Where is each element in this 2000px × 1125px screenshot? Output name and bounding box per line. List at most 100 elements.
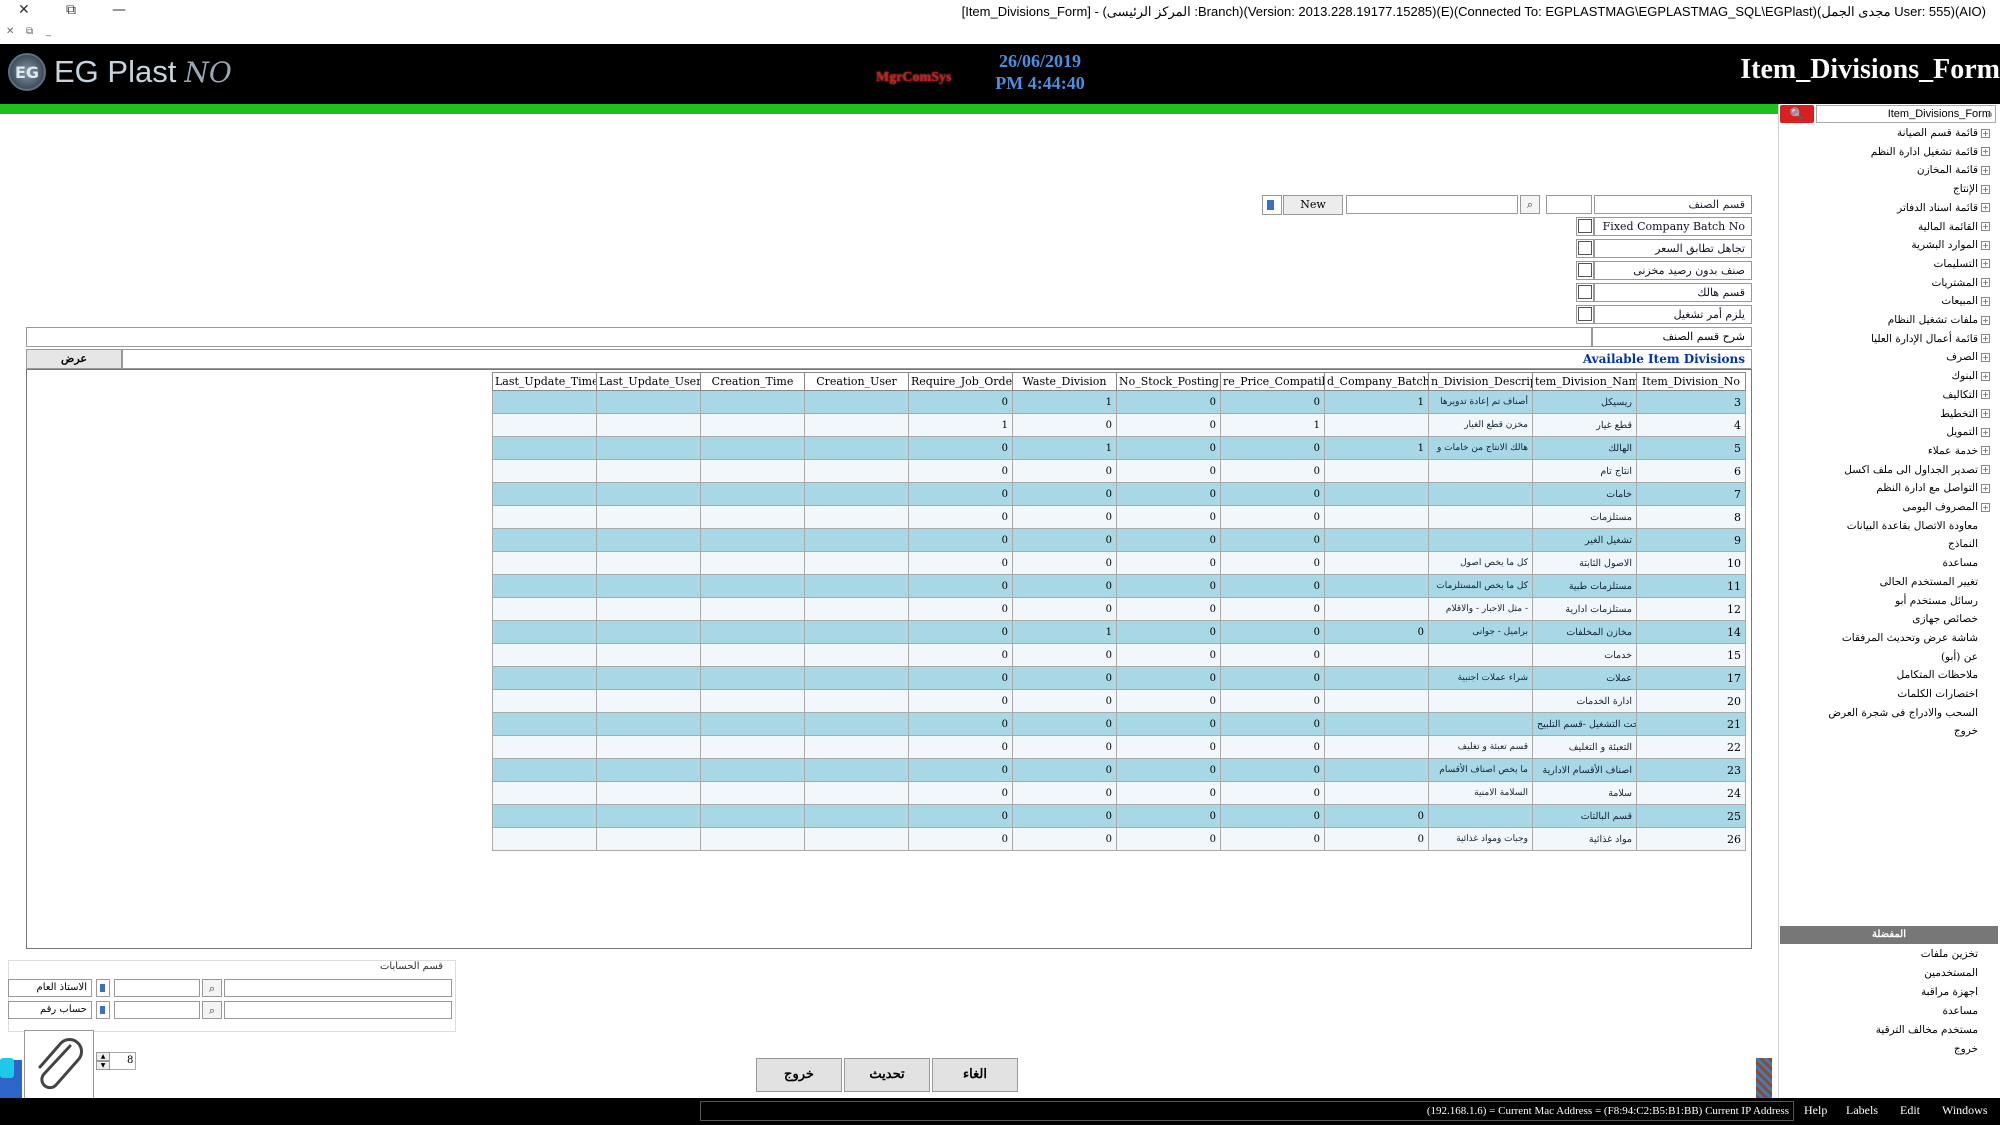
table-cell[interactable]: 26: [1636, 827, 1746, 851]
table-cell[interactable]: 0: [1220, 712, 1325, 736]
table-cell[interactable]: [492, 482, 597, 506]
table-cell[interactable]: 12: [1636, 597, 1746, 621]
table-cell[interactable]: 0: [1324, 827, 1429, 851]
table-cell[interactable]: [804, 620, 909, 644]
table-cell[interactable]: [1324, 643, 1429, 667]
table-cell[interactable]: 0: [908, 781, 1013, 805]
column-header[interactable]: Waste_Division: [1012, 372, 1117, 391]
expand-plus-icon[interactable]: +: [1981, 128, 1990, 138]
tree-item[interactable]: التمويل +: [1780, 423, 1990, 442]
table-cell[interactable]: الهالك: [1532, 436, 1637, 460]
resize-grip[interactable]: [1756, 1058, 1772, 1098]
table-cell[interactable]: 0: [908, 689, 1013, 713]
expand-plus-icon[interactable]: +: [1981, 259, 1990, 269]
table-cell[interactable]: 0: [1012, 666, 1117, 690]
favorite-item[interactable]: اجهزة مراقبة: [1921, 983, 1978, 1002]
table-cell[interactable]: 6: [1636, 459, 1746, 483]
tree-item[interactable]: قائمة اسناد الدفاتر +: [1780, 199, 1990, 218]
tree-item[interactable]: المبيعات +: [1780, 292, 1990, 311]
table-cell[interactable]: [492, 827, 597, 851]
table-cell[interactable]: 0: [1012, 528, 1117, 552]
table-cell[interactable]: [700, 643, 805, 667]
table-cell[interactable]: [804, 505, 909, 529]
table-cell[interactable]: قسم البالتات: [1532, 804, 1637, 828]
table-cell[interactable]: 0: [908, 482, 1013, 506]
table-cell[interactable]: 3: [1636, 390, 1746, 414]
tree-leaf-item[interactable]: اختصارات الكلمات: [1768, 685, 1978, 704]
tree-item[interactable]: المصروف اليومى +: [1780, 498, 1990, 517]
table-cell[interactable]: 8: [1636, 505, 1746, 529]
table-cell[interactable]: [596, 505, 701, 529]
table-row[interactable]: 0 0 0 0 كل ما يخص المستلزمات مستلزمات طبية 11: [492, 574, 1746, 598]
table-cell[interactable]: 0: [908, 459, 1013, 483]
exit-button[interactable]: خروج: [756, 1058, 842, 1092]
option-checkbox[interactable]: [1578, 285, 1592, 299]
menu-help[interactable]: Help: [1804, 1103, 1827, 1118]
table-cell[interactable]: [700, 735, 805, 759]
table-cell[interactable]: [596, 804, 701, 828]
table-cell[interactable]: التعبئة و التغليف: [1532, 735, 1637, 759]
column-header[interactable]: d_Company_Batch_: [1324, 372, 1429, 391]
table-cell[interactable]: [1324, 781, 1429, 805]
column-header[interactable]: Creation_Time: [700, 372, 805, 391]
table-cell[interactable]: 0: [1220, 597, 1325, 621]
record-indicator-icon[interactable]: [1262, 195, 1282, 215]
table-cell[interactable]: [700, 827, 805, 851]
table-cell[interactable]: 0: [1012, 643, 1117, 667]
account-no-input[interactable]: [114, 1001, 200, 1019]
table-cell[interactable]: 0: [1116, 551, 1221, 575]
table-cell[interactable]: [492, 390, 597, 414]
table-cell[interactable]: 0: [1012, 827, 1117, 851]
table-cell[interactable]: تحت التشغيل -قسم التلبيح: [1532, 712, 1637, 736]
expand-plus-icon[interactable]: +: [1981, 502, 1990, 512]
favorite-item[interactable]: تخزين ملفات: [1921, 945, 1978, 964]
table-cell[interactable]: وجبات ومواد غذائية: [1428, 827, 1533, 851]
table-cell[interactable]: [596, 620, 701, 644]
table-cell[interactable]: 0: [1220, 620, 1325, 644]
display-button[interactable]: عرض: [26, 349, 122, 369]
table-cell[interactable]: [700, 505, 805, 529]
table-cell[interactable]: [596, 666, 701, 690]
attachment-button[interactable]: [24, 1030, 94, 1100]
table-cell[interactable]: 20: [1636, 689, 1746, 713]
column-header[interactable]: Require_Job_Order: [908, 372, 1013, 391]
table-cell[interactable]: 14: [1636, 620, 1746, 644]
table-cell[interactable]: 0: [1116, 735, 1221, 759]
expand-plus-icon[interactable]: +: [1981, 315, 1990, 325]
table-cell[interactable]: 0: [908, 551, 1013, 575]
new-button[interactable]: New: [1283, 195, 1343, 215]
menu-search-input[interactable]: [1816, 105, 1996, 123]
table-cell[interactable]: 0: [1324, 804, 1429, 828]
table-cell[interactable]: براميل - جوانى: [1428, 620, 1533, 644]
table-cell[interactable]: اصناف الأقسام الادارية: [1532, 758, 1637, 782]
tree-leaf-item[interactable]: السحب والادراج فى شجرة العرض: [1768, 704, 1978, 723]
table-cell[interactable]: [492, 712, 597, 736]
table-cell[interactable]: [804, 712, 909, 736]
expand-plus-icon[interactable]: +: [1981, 483, 1990, 493]
table-cell[interactable]: 0: [1012, 804, 1117, 828]
table-cell[interactable]: [492, 666, 597, 690]
tree-leaf-item[interactable]: خروج: [1768, 722, 1978, 741]
table-cell[interactable]: [596, 436, 701, 460]
table-row[interactable]: 0 0 0 0 ادارة الخدمات 20: [492, 689, 1746, 713]
table-cell[interactable]: 0: [1324, 620, 1429, 644]
tree-leaf-item[interactable]: تغيير المستخدم الحالى: [1768, 573, 1978, 592]
table-cell[interactable]: 0: [1220, 666, 1325, 690]
table-cell[interactable]: [700, 482, 805, 506]
expand-plus-icon[interactable]: +: [1981, 409, 1990, 418]
search-button[interactable]: 🔍: [1780, 105, 1814, 123]
table-cell[interactable]: 0: [1220, 390, 1325, 414]
table-cell[interactable]: [1428, 528, 1533, 552]
table-cell[interactable]: [596, 712, 701, 736]
favorite-item[interactable]: مستخدم مخالف الترقية: [1876, 1021, 1978, 1040]
tree-item[interactable]: خدمة عملاء +: [1780, 442, 1990, 461]
table-cell[interactable]: 0: [1220, 804, 1325, 828]
expand-plus-icon[interactable]: +: [1981, 203, 1990, 213]
table-cell[interactable]: 0: [1012, 574, 1117, 598]
table-cell[interactable]: 0: [1116, 827, 1221, 851]
table-cell[interactable]: [596, 551, 701, 575]
option-checkbox[interactable]: [1578, 219, 1592, 233]
table-cell[interactable]: [492, 597, 597, 621]
table-cell[interactable]: [492, 436, 597, 460]
table-cell[interactable]: 0: [1012, 712, 1117, 736]
